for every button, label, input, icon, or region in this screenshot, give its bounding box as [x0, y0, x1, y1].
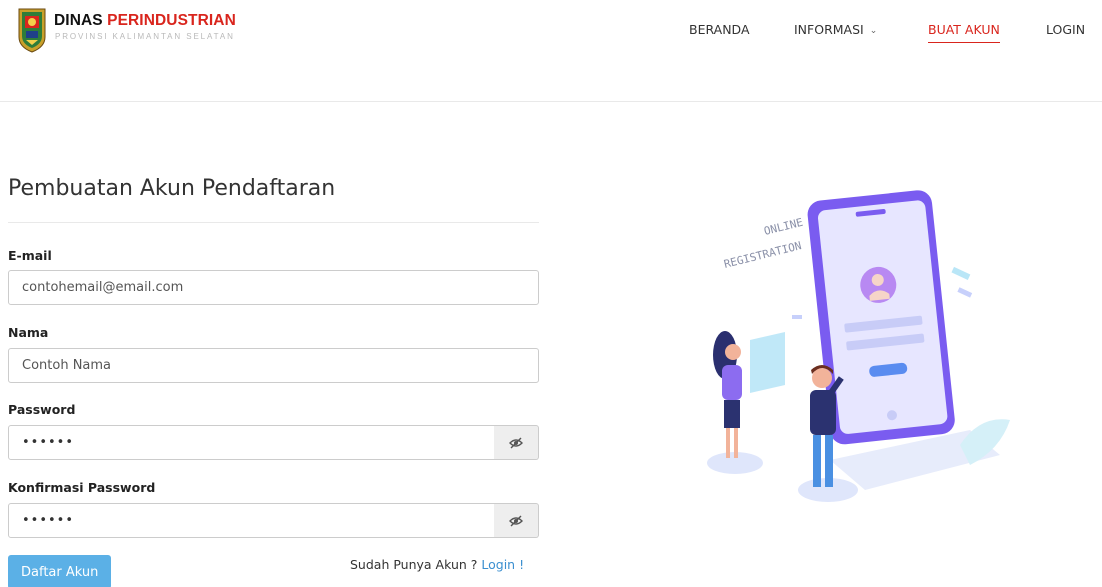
- konfirmasi-masked-value: ••••••: [22, 513, 75, 528]
- login-prompt-text: Sudah Punya Akun ?: [350, 557, 482, 572]
- brand-subtitle: PROVINSI KALIMANTAN SELATAN: [55, 32, 235, 41]
- password-field[interactable]: ••••••: [8, 425, 495, 460]
- login-prompt: Sudah Punya Akun ? Login !: [350, 557, 524, 572]
- brand-title-part1: DINAS: [54, 12, 108, 29]
- password-toggle-button[interactable]: [494, 425, 539, 460]
- illustration-caption-line1: ONLINE: [763, 216, 805, 238]
- email-label: E-mail: [8, 248, 52, 263]
- konfirmasi-password-toggle-button[interactable]: [494, 503, 539, 538]
- nav-beranda[interactable]: BERANDA: [689, 22, 750, 37]
- page-title: Pembuatan Akun Pendaftaran: [8, 176, 336, 201]
- site-header: DINAS PERINDUSTRIAN PROVINSI KALIMANTAN …: [0, 0, 1102, 102]
- konfirmasi-password-label: Konfirmasi Password: [8, 480, 156, 495]
- nama-field[interactable]: [8, 348, 539, 383]
- brand-title-part2: PERINDUSTRIAN: [107, 12, 236, 29]
- nav-informasi-label: INFORMASI: [794, 22, 864, 37]
- coat-of-arms-logo-icon[interactable]: [17, 7, 47, 53]
- eye-slash-icon: [509, 515, 523, 526]
- password-label: Password: [8, 402, 76, 417]
- nav-buat-akun[interactable]: BUAT AKUN: [928, 22, 1000, 43]
- online-registration-illustration: ONLINE REGISTRATION: [707, 190, 1010, 502]
- chevron-down-icon: ⌄: [869, 26, 878, 36]
- nama-label: Nama: [8, 325, 49, 340]
- email-field[interactable]: [8, 270, 539, 305]
- nav-login[interactable]: LOGIN: [1046, 22, 1085, 37]
- nav-informasi[interactable]: INFORMASI ⌄: [794, 22, 877, 37]
- eye-slash-icon: [509, 437, 523, 448]
- login-link[interactable]: Login !: [481, 557, 524, 572]
- password-masked-value: ••••••: [22, 435, 75, 450]
- daftar-akun-button[interactable]: Daftar Akun: [8, 555, 112, 587]
- konfirmasi-password-field[interactable]: ••••••: [8, 503, 495, 538]
- illustration-caption-line2: REGISTRATION: [723, 239, 803, 271]
- brand-title[interactable]: DINAS PERINDUSTRIAN: [54, 12, 236, 30]
- title-divider: [8, 222, 539, 223]
